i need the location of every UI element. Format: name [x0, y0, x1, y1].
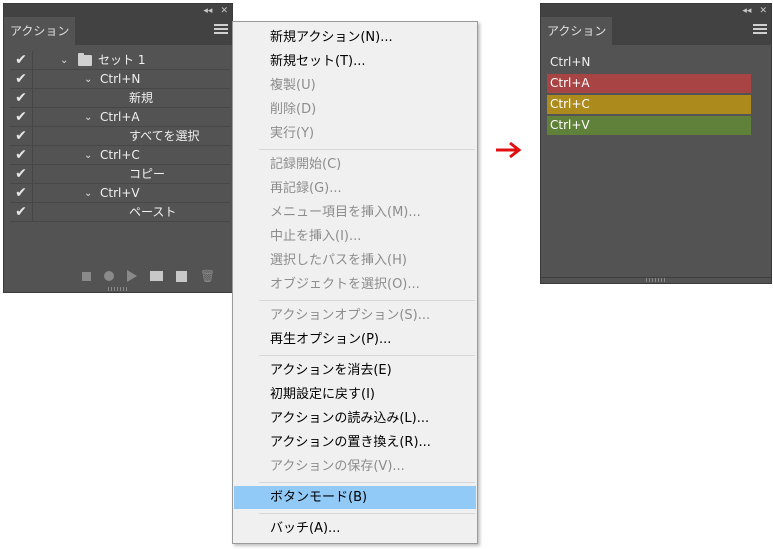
- close-icon[interactable]: ✕: [759, 6, 767, 16]
- menu-separator: [259, 482, 475, 483]
- checkmark-icon[interactable]: ✔: [12, 109, 30, 126]
- tab-actions[interactable]: アクション: [4, 17, 76, 45]
- record-icon[interactable]: [104, 271, 114, 281]
- menu-item-new-set[interactable]: 新規セット(T)...: [234, 50, 476, 73]
- menu-item-save-actions[interactable]: アクションの保存(V)...: [234, 455, 476, 478]
- action-name: Ctrl+N: [100, 72, 141, 86]
- menu-item-batch[interactable]: バッチ(A)...: [234, 517, 476, 540]
- scrollbar[interactable]: [757, 51, 769, 273]
- list-item[interactable]: ✔ すべてを選択: [10, 127, 230, 146]
- menu-item-insert-path[interactable]: 選択したパスを挿入(H): [234, 249, 476, 272]
- chevron-down-icon[interactable]: ⌄: [84, 109, 92, 126]
- menu-item-duplicate[interactable]: 複製(U): [234, 74, 476, 97]
- menu-item-clear-actions[interactable]: アクションを消去(E): [234, 359, 476, 382]
- right-arrow-icon: [496, 141, 522, 159]
- tab-bar: アクション: [541, 17, 771, 45]
- panel-toolbar: 🗑: [4, 266, 232, 286]
- checkmark-icon[interactable]: ✔: [12, 90, 30, 107]
- action-list: ✔ ⌄ セット 1 ✔ ⌄ Ctrl+N ✔ 新規 ✔ ⌄ Ctrl+A ✔ す…: [10, 51, 230, 266]
- list-item[interactable]: ✔ 新規: [10, 89, 230, 108]
- list-item[interactable]: ✔ ペースト: [10, 203, 230, 222]
- panel-title-bar: ◂◂ ✕: [541, 4, 771, 17]
- panel-title-bar: ◂◂ ✕: [4, 4, 232, 17]
- menu-item-select-object[interactable]: オブジェクトを選択(O)...: [234, 273, 476, 296]
- menu-item-play[interactable]: 実行(Y): [234, 122, 476, 145]
- checkmark-icon[interactable]: ✔: [12, 147, 30, 164]
- menu-item-record-again[interactable]: 再記録(G)...: [234, 177, 476, 200]
- list-item[interactable]: ✔ ⌄ Ctrl+C: [10, 146, 230, 165]
- action-name: Ctrl+A: [100, 110, 140, 124]
- tab-bar: アクション: [4, 17, 232, 45]
- checkmark-icon[interactable]: ✔: [12, 52, 30, 69]
- checkmark-icon[interactable]: ✔: [12, 185, 30, 202]
- menu-item-replace-actions[interactable]: アクションの置き換え(R)...: [234, 431, 476, 454]
- folder-icon: [78, 53, 92, 66]
- list-item[interactable]: ✔ ⌄ Ctrl+V: [10, 184, 230, 203]
- play-icon[interactable]: [127, 270, 137, 282]
- collapse-icon[interactable]: ◂◂: [742, 6, 751, 16]
- action-button-ctrl-a[interactable]: Ctrl+A: [547, 74, 751, 93]
- tab-actions[interactable]: アクション: [541, 17, 613, 45]
- command-name: すべてを選択: [129, 129, 200, 143]
- chevron-down-icon[interactable]: ⌄: [84, 185, 92, 202]
- trash-icon[interactable]: 🗑: [200, 270, 215, 282]
- list-item[interactable]: ✔ ⌄ セット 1: [10, 51, 230, 70]
- command-name: 新規: [129, 91, 154, 105]
- panel-flyout-menu: 新規アクション(N)... 新規セット(T)... 複製(U) 削除(D) 実行…: [232, 21, 478, 544]
- menu-separator: [259, 355, 475, 356]
- menu-item-action-options[interactable]: アクションオプション(S)...: [234, 304, 476, 327]
- close-icon[interactable]: ✕: [220, 6, 228, 16]
- action-button-ctrl-n[interactable]: Ctrl+N: [547, 53, 751, 72]
- menu-separator: [259, 513, 475, 514]
- chevron-down-icon[interactable]: ⌄: [84, 147, 92, 164]
- list-item[interactable]: ✔ コピー: [10, 165, 230, 184]
- panel-menu-icon[interactable]: [753, 24, 767, 37]
- menu-item-delete[interactable]: 削除(D): [234, 98, 476, 121]
- collapse-icon[interactable]: ◂◂: [203, 6, 212, 16]
- actions-panel-button-mode: ◂◂ ✕ アクション Ctrl+N Ctrl+A Ctrl+C Ctrl+V: [540, 3, 772, 284]
- panel-menu-icon[interactable]: [214, 24, 228, 37]
- action-button-ctrl-v[interactable]: Ctrl+V: [547, 116, 751, 135]
- new-set-icon[interactable]: [150, 271, 163, 281]
- action-name: Ctrl+V: [100, 186, 140, 200]
- set-name: セット 1: [98, 53, 146, 67]
- list-item[interactable]: ✔ ⌄ Ctrl+A: [10, 108, 230, 127]
- menu-item-insert-stop[interactable]: 中止を挿入(I)...: [234, 225, 476, 248]
- command-name: コピー: [129, 167, 166, 181]
- chevron-down-icon[interactable]: ⌄: [84, 71, 92, 88]
- command-name: ペースト: [129, 205, 177, 219]
- menu-item-load-actions[interactable]: アクションの読み込み(L)...: [234, 407, 476, 430]
- new-action-icon[interactable]: [176, 270, 187, 282]
- checkmark-icon[interactable]: ✔: [12, 71, 30, 88]
- action-name: Ctrl+C: [100, 148, 140, 162]
- actions-panel-list-mode: ◂◂ ✕ アクション ✔ ⌄ セット 1 ✔ ⌄ Ctrl+N ✔ 新規 ✔ ⌄…: [3, 3, 233, 293]
- menu-item-start-recording[interactable]: 記録開始(C): [234, 153, 476, 176]
- menu-item-button-mode[interactable]: ボタンモード(B): [234, 486, 476, 509]
- checkmark-icon[interactable]: ✔: [12, 204, 30, 221]
- menu-item-playback-options[interactable]: 再生オプション(P)...: [234, 328, 476, 351]
- action-button-ctrl-c[interactable]: Ctrl+C: [547, 95, 751, 114]
- stop-icon[interactable]: [82, 271, 91, 281]
- checkmark-icon[interactable]: ✔: [12, 128, 30, 145]
- checkmark-icon[interactable]: ✔: [12, 166, 30, 183]
- menu-separator: [259, 149, 475, 150]
- menu-separator: [259, 300, 475, 301]
- chevron-down-icon[interactable]: ⌄: [60, 52, 68, 69]
- menu-item-insert-menu-item[interactable]: メニュー項目を挿入(M)...: [234, 201, 476, 224]
- resize-gripper[interactable]: [646, 278, 666, 282]
- list-item[interactable]: ✔ ⌄ Ctrl+N: [10, 70, 230, 89]
- menu-item-new-action[interactable]: 新規アクション(N)...: [234, 26, 476, 49]
- menu-item-reset-actions[interactable]: 初期設定に戻す(I): [234, 383, 476, 406]
- resize-gripper[interactable]: [108, 287, 128, 291]
